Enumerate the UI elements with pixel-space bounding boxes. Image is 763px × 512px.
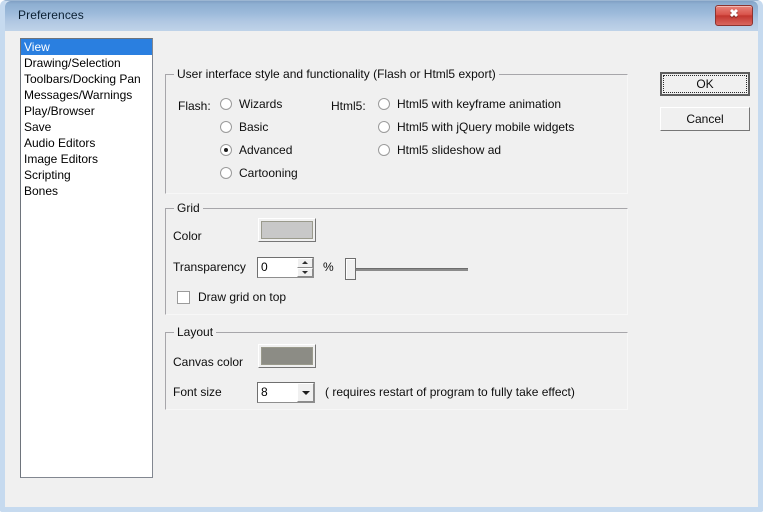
grid-color-label: Color [173, 229, 202, 243]
sidebar-item-image-editors[interactable]: Image Editors [21, 151, 152, 167]
canvas-color-preview [261, 347, 313, 365]
chevron-down-icon [301, 390, 310, 395]
sidebar-item-view[interactable]: View [21, 39, 152, 55]
user-interface-style-group-title: User interface style and functionality (… [174, 67, 499, 81]
close-window-button[interactable]: ✖ [715, 5, 753, 26]
radio-label: Html5 slideshow ad [397, 143, 502, 157]
dialog-client-area: View Drawing/Selection Toolbars/Docking … [5, 31, 758, 507]
slider-thumb[interactable] [345, 258, 356, 280]
radio-label: Html5 with keyframe animation [397, 97, 562, 111]
category-list[interactable]: View Drawing/Selection Toolbars/Docking … [20, 38, 153, 478]
window-title: Preferences [18, 8, 84, 22]
canvas-color-swatch-button[interactable] [258, 344, 316, 368]
grid-color-preview [261, 221, 313, 239]
transparency-increment-button[interactable] [297, 258, 313, 268]
transparency-label: Transparency [173, 260, 246, 274]
html5-label: Html5: [331, 99, 366, 113]
slider-track [351, 268, 468, 271]
radio-html5-keyframe-animation[interactable]: Html5 with keyframe animation [378, 97, 561, 111]
radio-dot-icon [220, 167, 232, 179]
radio-dot-icon [378, 98, 390, 110]
cancel-button[interactable]: Cancel [660, 107, 750, 131]
restart-note: ( requires restart of program to fully t… [325, 385, 575, 399]
font-size-dropdown-button[interactable] [297, 383, 314, 402]
radio-flash-wizards[interactable]: Wizards [220, 97, 282, 111]
checkbox-icon [177, 290, 190, 304]
flash-label: Flash: [178, 99, 211, 113]
radio-label: Advanced [239, 143, 293, 157]
user-interface-style-group: User interface style and functionality (… [165, 67, 628, 194]
percent-label: % [323, 260, 334, 274]
cancel-button-label: Cancel [686, 112, 724, 126]
close-icon: ✖ [729, 8, 739, 20]
transparency-input[interactable]: 0 [258, 258, 297, 277]
radio-flash-cartooning[interactable]: Cartooning [220, 166, 298, 180]
sidebar-item-toolbars-docking-panels[interactable]: Toolbars/Docking Pan [21, 71, 152, 87]
caret-down-icon [302, 271, 308, 275]
radio-dot-icon [220, 121, 232, 133]
radio-dot-icon [220, 98, 232, 110]
caret-up-icon [302, 260, 308, 264]
sidebar-item-scripting[interactable]: Scripting [21, 167, 152, 183]
draw-grid-on-top-label: Draw grid on top [198, 290, 287, 304]
layout-group-title: Layout [174, 325, 217, 339]
grid-group-title: Grid [174, 201, 203, 215]
radio-html5-slideshow-ad[interactable]: Html5 slideshow ad [378, 143, 501, 157]
sidebar-item-drawing-selection[interactable]: Drawing/Selection [21, 55, 152, 71]
radio-label: Basic [239, 120, 269, 134]
draw-grid-on-top-checkbox[interactable]: Draw grid on top [177, 290, 286, 304]
preferences-dialog-window: Preferences ✖ View Drawing/Selection Too… [0, 0, 763, 512]
sidebar-item-bones[interactable]: Bones [21, 183, 152, 199]
grid-color-swatch-button[interactable] [258, 218, 316, 242]
radio-html5-jquery-mobile-widgets[interactable]: Html5 with jQuery mobile widgets [378, 120, 574, 134]
font-size-value: 8 [261, 385, 268, 399]
font-size-label: Font size [173, 385, 222, 399]
ok-button-label: OK [696, 77, 714, 91]
transparency-decrement-button[interactable] [297, 267, 313, 277]
radio-flash-advanced[interactable]: Advanced [220, 143, 292, 157]
ok-button[interactable]: OK [660, 72, 750, 96]
sidebar-item-play-browser[interactable]: Play/Browser [21, 103, 152, 119]
sidebar-item-save[interactable]: Save [21, 119, 152, 135]
sidebar-item-messages-warnings[interactable]: Messages/Warnings [21, 87, 152, 103]
radio-flash-basic[interactable]: Basic [220, 120, 268, 134]
font-size-dropdown[interactable]: 8 [257, 382, 315, 403]
radio-label: Cartooning [239, 166, 298, 180]
radio-dot-icon [378, 121, 390, 133]
transparency-spinner-buttons [297, 258, 313, 277]
transparency-spinner[interactable]: 0 [257, 257, 314, 278]
radio-dot-icon-selected [220, 144, 232, 156]
sidebar-item-audio-editors[interactable]: Audio Editors [21, 135, 152, 151]
canvas-color-label: Canvas color [173, 355, 244, 369]
transparency-slider[interactable] [343, 253, 468, 281]
radio-dot-icon [378, 144, 390, 156]
title-bar: Preferences ✖ [5, 1, 758, 31]
radio-label: Html5 with jQuery mobile widgets [397, 120, 575, 134]
radio-label: Wizards [239, 97, 283, 111]
